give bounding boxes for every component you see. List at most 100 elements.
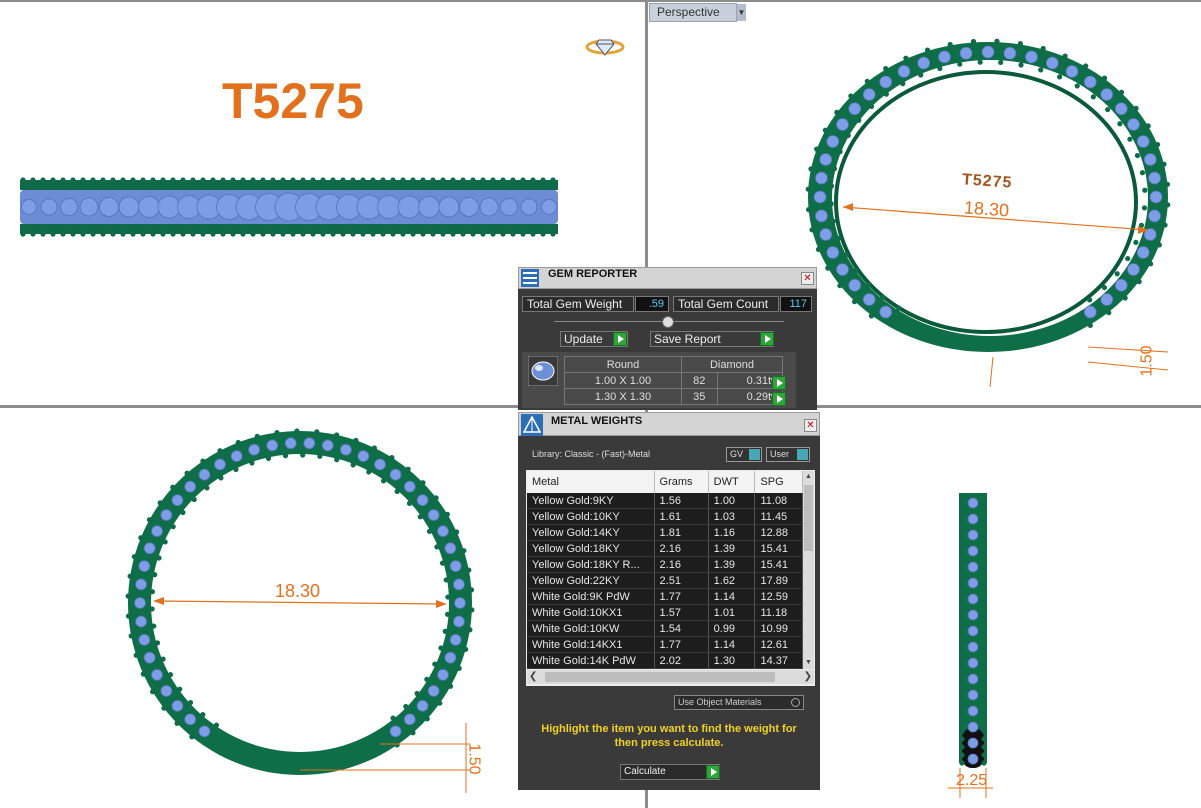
prong xyxy=(320,177,326,183)
table-row[interactable]: Yellow Gold:18KY 2.16 1.39 15.41 xyxy=(527,540,803,557)
model-label-3d: T5275 xyxy=(961,171,1013,192)
vertical-scrollbar[interactable]: ▲ ▼ xyxy=(803,471,814,669)
gv-toggle[interactable]: GV xyxy=(726,447,762,462)
dimension-diameter-top: 18.30 xyxy=(275,581,321,601)
column-header-metal[interactable]: Metal xyxy=(527,471,655,493)
play-icon[interactable] xyxy=(760,332,774,346)
prong xyxy=(1133,239,1139,245)
scroll-up-icon[interactable]: ▲ xyxy=(803,471,814,483)
gem-reporter-panel: GEM REPORTER ✕ Total Gem Weight .59 Tota… xyxy=(518,267,817,410)
splitter-knob-icon[interactable] xyxy=(662,316,674,328)
gem-row[interactable]: 1.30 X 1.30 35 0.29tw xyxy=(564,388,784,405)
prong xyxy=(420,480,426,486)
scroll-thumb[interactable] xyxy=(804,485,813,551)
table-row[interactable]: Yellow Gold:18KY R... 2.16 1.39 15.41 xyxy=(527,556,803,573)
scroll-down-icon[interactable]: ▼ xyxy=(803,657,814,669)
prong xyxy=(304,182,310,188)
spg-cell: 15.41 xyxy=(754,540,803,557)
close-icon[interactable]: ✕ xyxy=(801,272,814,285)
prong xyxy=(270,177,276,183)
prong xyxy=(144,226,150,232)
diamond-ring-icon[interactable] xyxy=(585,34,625,58)
column-header-spg[interactable]: SPG xyxy=(754,471,803,493)
table-row[interactable]: White Gold:14K PdW 2.02 1.30 14.37 xyxy=(527,652,803,669)
view-label-text: Perspective xyxy=(657,5,720,19)
prong xyxy=(959,504,965,510)
play-icon[interactable] xyxy=(772,392,786,406)
gem xyxy=(1136,135,1150,148)
prong xyxy=(868,103,875,110)
gem xyxy=(967,641,979,653)
column-header-grams[interactable]: Grams xyxy=(654,471,709,493)
table-row[interactable]: Yellow Gold:9KY 1.56 1.00 11.08 xyxy=(527,493,803,509)
table-row[interactable]: White Gold:10KW 1.54 0.99 10.99 xyxy=(527,620,803,637)
use-object-materials-toggle[interactable]: Use Object Materials xyxy=(674,695,804,710)
prong xyxy=(544,182,550,188)
prong xyxy=(187,699,194,706)
gem-size: 1.00 X 1.00 xyxy=(564,372,682,389)
table-row[interactable]: White Gold:14KX1 1.77 1.14 12.61 xyxy=(527,636,803,653)
prong xyxy=(1156,242,1162,248)
prong xyxy=(981,592,987,598)
prong xyxy=(959,640,965,646)
save-report-button[interactable]: Save Report xyxy=(650,331,774,347)
prong xyxy=(320,231,326,237)
model-title: T5275 xyxy=(222,73,364,129)
prong xyxy=(324,226,330,232)
dwt-cell: 1.14 xyxy=(708,636,756,653)
instruction-text: Highlight the item you want to find the … xyxy=(541,723,797,749)
prong xyxy=(210,231,216,237)
play-icon[interactable] xyxy=(772,376,786,390)
table-row[interactable]: Yellow Gold:10KY 1.61 1.03 11.45 xyxy=(527,508,803,525)
gem xyxy=(459,197,479,217)
prong xyxy=(164,226,170,232)
play-icon[interactable] xyxy=(613,332,627,346)
gem-reporter-header[interactable]: GEM REPORTER ✕ xyxy=(518,267,817,289)
table-row[interactable]: Yellow Gold:22KY 2.51 1.62 17.89 xyxy=(527,572,803,589)
gem xyxy=(967,721,979,733)
gem xyxy=(479,197,499,217)
prong xyxy=(282,453,289,459)
prong xyxy=(947,41,953,48)
close-icon[interactable]: ✕ xyxy=(804,419,817,432)
prong xyxy=(510,231,516,237)
prong xyxy=(190,231,196,237)
prong xyxy=(981,560,987,566)
prong xyxy=(160,231,166,237)
scroll-right-icon[interactable]: ❯ xyxy=(800,670,812,684)
metal-name-cell: Yellow Gold:9KY xyxy=(527,493,655,509)
prong xyxy=(981,616,987,622)
scroll-thumb[interactable] xyxy=(545,672,775,682)
prong xyxy=(405,466,411,472)
metal-table-scroll[interactable]: Metal Grams DWT SPG Yellow Gold:9KY 1.56 1… xyxy=(527,471,803,669)
spg-cell: 17.89 xyxy=(754,572,803,589)
column-header-dwt[interactable]: DWT xyxy=(708,471,756,493)
horizontal-scrollbar[interactable]: ❮ ❯ xyxy=(527,670,814,684)
prong xyxy=(981,536,987,542)
calculate-button[interactable]: Calculate xyxy=(620,764,720,780)
chevron-down-icon[interactable]: ▼ xyxy=(736,4,746,21)
dwt-cell: 1.01 xyxy=(708,604,756,621)
prong xyxy=(1087,297,1093,303)
play-icon[interactable] xyxy=(706,765,720,779)
prong xyxy=(524,226,530,232)
prong xyxy=(1114,271,1120,277)
prong xyxy=(981,512,987,518)
user-toggle[interactable]: User xyxy=(766,447,810,462)
prong xyxy=(924,47,931,53)
prong xyxy=(400,231,406,237)
prong xyxy=(959,688,965,694)
gem xyxy=(1127,118,1140,131)
gem-table-area: Round Diamond 1.00 X 1.00 82 0.31tw 1.30… xyxy=(522,352,796,408)
gem xyxy=(819,228,833,241)
prong xyxy=(30,177,36,183)
table-row[interactable]: White Gold:9K PdW 1.77 1.14 12.59 xyxy=(527,588,803,605)
view-label-dropdown[interactable]: Perspective ▼ xyxy=(649,3,746,22)
gem-row[interactable]: 1.00 X 1.00 82 0.31tw xyxy=(564,372,784,389)
metal-weights-header[interactable]: METAL WEIGHTS ✕ xyxy=(518,412,820,436)
scroll-left-icon[interactable]: ❮ xyxy=(529,670,541,684)
prong xyxy=(981,664,987,670)
table-row[interactable]: White Gold:10KX1 1.57 1.01 11.18 xyxy=(527,604,803,621)
table-row[interactable]: Yellow Gold:14KY 1.81 1.16 12.88 xyxy=(527,524,803,541)
gem xyxy=(151,525,163,538)
